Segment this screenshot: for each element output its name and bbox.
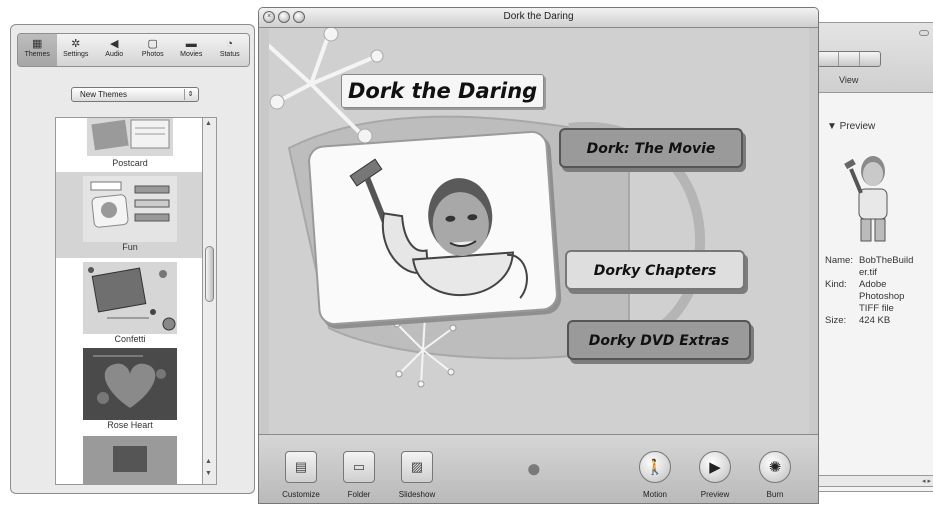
gear-icon: ✲ [71, 38, 81, 50]
list-view-button[interactable] [839, 52, 860, 66]
movie-icon: ▬ [185, 38, 197, 50]
scroll-down-icon[interactable]: ▼ [205, 470, 212, 477]
icon-view-button[interactable] [818, 52, 839, 66]
scroll-up-icon[interactable]: ▲ [205, 120, 212, 127]
themes-scrollbar[interactable]: ▲ ▲ ▼ [203, 117, 217, 485]
bottom-toolbar: ▤ Customize ▭ Folder ▨ Slideshow ● 🚶 Mot… [259, 434, 818, 503]
tab-settings[interactable]: ✲ Settings [57, 34, 96, 66]
slideshow-button[interactable]: ▨ Slideshow [389, 451, 445, 499]
theme-item-partial[interactable] [56, 434, 202, 484]
postcard-thumbnail [87, 118, 173, 156]
menu-button-movie[interactable]: Dork: The Movie [559, 128, 743, 168]
tab-audio[interactable]: ◀ Audio [95, 34, 134, 66]
customize-button[interactable]: ▤ Customize [273, 451, 329, 499]
theme-item-rose-heart[interactable]: Rose Heart [56, 346, 202, 434]
title-bar[interactable]: × Dork the Daring [259, 8, 818, 28]
apple-logo-icon: ● [526, 453, 542, 483]
menu-button-chapters[interactable]: Dorky Chapters [565, 250, 745, 290]
theme-label: Postcard [112, 158, 148, 168]
preview-button[interactable]: ▶ Preview [687, 451, 743, 499]
toolbar-toggle-button[interactable] [919, 30, 929, 36]
themes-drawer: ▦ Themes ✲ Settings ◀ Audio ▢ Photos ▬ M… [10, 24, 255, 494]
idvd-main-window: × Dork the Daring Dork the Daring Dork: … [258, 7, 819, 504]
dvd-menu-canvas: Dork the Daring Dork: The Movie Dorky Ch… [269, 28, 809, 434]
menu-photo-dropzone[interactable] [307, 129, 559, 327]
themes-list[interactable]: Postcard Fun Confetti Rose Heart [55, 117, 203, 485]
theme-label: Fun [122, 242, 138, 252]
updown-arrows-icon: ⇕ [184, 89, 196, 100]
theme-set-popup[interactable]: New Themes ⇕ [71, 87, 199, 102]
tab-themes[interactable]: ▦ Themes [18, 34, 57, 66]
menu-button-extras[interactable]: Dorky DVD Extras [567, 320, 751, 360]
drawer-tabs: ▦ Themes ✲ Settings ◀ Audio ▢ Photos ▬ M… [17, 33, 250, 67]
bob-the-builder-image [349, 158, 528, 299]
play-icon: ▶ [699, 451, 731, 483]
tab-movies[interactable]: ▬ Movies [172, 34, 211, 66]
tab-photos[interactable]: ▢ Photos [134, 34, 173, 66]
finder-toolbar: View [801, 23, 933, 93]
scroll-thumb[interactable] [205, 246, 214, 302]
info-row-size: Size: 424 KB [825, 315, 891, 326]
fun-thumbnail [83, 176, 177, 242]
info-row-name: Name: BobTheBuilder.tif [825, 255, 914, 278]
info-row-kind: Kind: Adobe Photoshop TIFF file [825, 279, 905, 314]
finder-window: View ▼ Preview Name: BobTheBuilder.tif K… [800, 22, 933, 492]
theme-item-postcard[interactable]: Postcard [56, 118, 202, 172]
speaker-icon: ◀ [110, 38, 119, 50]
slideshow-icon: ▨ [401, 451, 433, 483]
menu-title-text[interactable]: Dork the Daring [341, 74, 545, 108]
theme-label: Confetti [114, 334, 146, 344]
view-label: View [839, 75, 859, 85]
folder-button[interactable]: ▭ Folder [331, 451, 387, 499]
theme-item-fun[interactable]: Fun [56, 172, 202, 258]
motion-icon: 🚶 [639, 451, 671, 483]
view-mode-buttons[interactable] [817, 51, 881, 67]
scroll-arrows-icon[interactable]: ◂ ▸ [922, 477, 931, 485]
preview-image [844, 156, 888, 242]
window-title: Dork the Daring [503, 11, 574, 22]
theme-item-confetti[interactable]: Confetti [56, 258, 202, 346]
customize-icon: ▤ [285, 451, 317, 483]
rose-heart-thumbnail [83, 348, 177, 420]
themes-icon: ▦ [32, 38, 43, 50]
status-icon: ◔ [226, 38, 234, 50]
scroll-up-icon[interactable]: ▲ [205, 458, 212, 465]
preview-disclosure[interactable]: ▼ Preview [827, 121, 875, 132]
burn-icon: ✺ [759, 451, 791, 483]
confetti-thumbnail [83, 262, 177, 334]
partial-thumbnail [83, 436, 177, 484]
burn-button[interactable]: ✺ Burn [747, 451, 803, 499]
column-view-button[interactable] [860, 52, 880, 66]
tab-status[interactable]: ◔ Status [211, 34, 250, 66]
file-info: Name: BobTheBuilder.tif Kind: Adobe Phot… [825, 255, 917, 327]
folder-icon: ▭ [343, 451, 375, 483]
theme-label: Rose Heart [107, 420, 153, 430]
horizontal-scrollbar[interactable]: ◂ ▸ [817, 475, 933, 487]
photo-icon: ▢ [147, 38, 158, 50]
motion-button[interactable]: 🚶 Motion [627, 451, 683, 499]
